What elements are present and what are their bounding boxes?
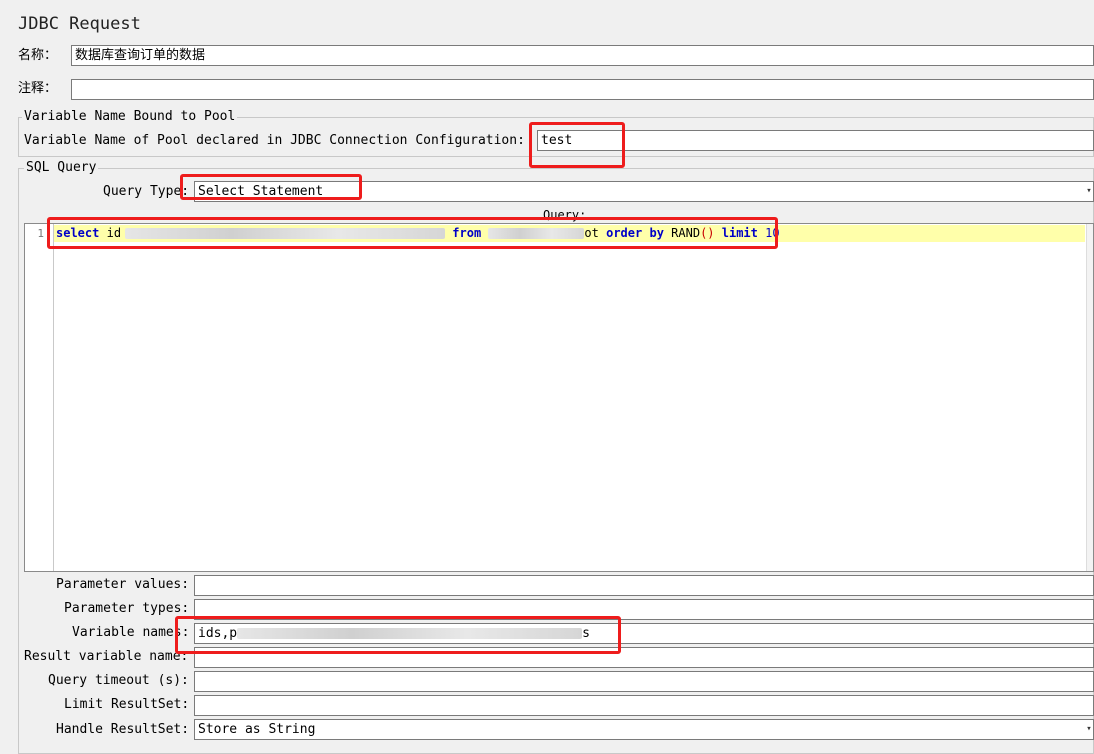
query-timeout-input[interactable] (194, 671, 1094, 692)
variable-names-start: ids,p (198, 626, 238, 641)
handle-resultset-select[interactable]: Store as String ▾ (194, 719, 1094, 740)
handle-resultset-label: Handle ResultSet: (56, 722, 190, 737)
redacted-columns (125, 228, 446, 239)
line-number-gutter: 1 (25, 224, 54, 571)
keyword-from: from (452, 226, 482, 240)
parameter-types-input[interactable] (194, 599, 1094, 620)
limit-resultset-input[interactable] (194, 695, 1094, 716)
query-timeout-label: Query timeout (s): (48, 673, 189, 688)
parameter-values-input[interactable] (194, 575, 1094, 596)
comment-label: 注释： (18, 81, 58, 96)
pool-group-title: Variable Name Bound to Pool (22, 109, 238, 125)
variable-names-input[interactable]: ids,p s (194, 623, 1094, 644)
result-variable-input[interactable] (194, 647, 1094, 668)
redacted-variable-names (237, 628, 583, 639)
query-type-value: Select Statement (198, 184, 324, 199)
sql-query-group-title: SQL Query (24, 160, 99, 176)
result-variable-label: Result variable name: (24, 649, 189, 664)
limit-resultset-label: Limit ResultSet: (64, 697, 190, 712)
query-label: Query: (543, 208, 587, 222)
column-text: id (106, 226, 122, 240)
variable-names-end: s (582, 626, 590, 641)
pool-name-input[interactable]: test (537, 130, 1094, 151)
editor-scrollbar[interactable] (1086, 224, 1093, 571)
sql-code-line[interactable]: select id from ot order by RAND() limit … (56, 225, 780, 242)
chevron-down-icon[interactable]: ▾ (1085, 720, 1093, 739)
variable-names-label: Variable names: (72, 625, 190, 640)
query-type-select[interactable]: Select Statement ▾ (194, 181, 1094, 202)
chevron-down-icon[interactable]: ▾ (1085, 182, 1093, 201)
sql-editor[interactable]: 1 select id from ot order by RAND() limi… (24, 223, 1094, 572)
redacted-table (488, 228, 585, 239)
function-rand: RAND (671, 226, 701, 240)
keyword-by: by (649, 226, 664, 240)
query-type-label: Query Type: (103, 184, 190, 199)
parameter-types-label: Parameter types: (64, 601, 190, 616)
keyword-limit: limit (721, 226, 758, 240)
handle-resultset-value: Store as String (198, 722, 316, 737)
parameter-values-label: Parameter values: (56, 577, 190, 592)
function-parens: () (700, 226, 715, 240)
name-label: 名称： (18, 48, 58, 63)
table-text: ot (584, 226, 599, 240)
line-number: 1 (37, 227, 44, 240)
keyword-order: order (606, 226, 643, 240)
panel-title: JDBC Request (18, 14, 141, 34)
keyword-select: select (56, 226, 100, 240)
pool-name-label: Variable Name of Pool declared in JDBC C… (24, 133, 525, 148)
limit-number: 10 (765, 226, 780, 240)
comment-input[interactable] (71, 79, 1094, 100)
name-input[interactable]: 数据库查询订单的数据 (71, 45, 1094, 66)
